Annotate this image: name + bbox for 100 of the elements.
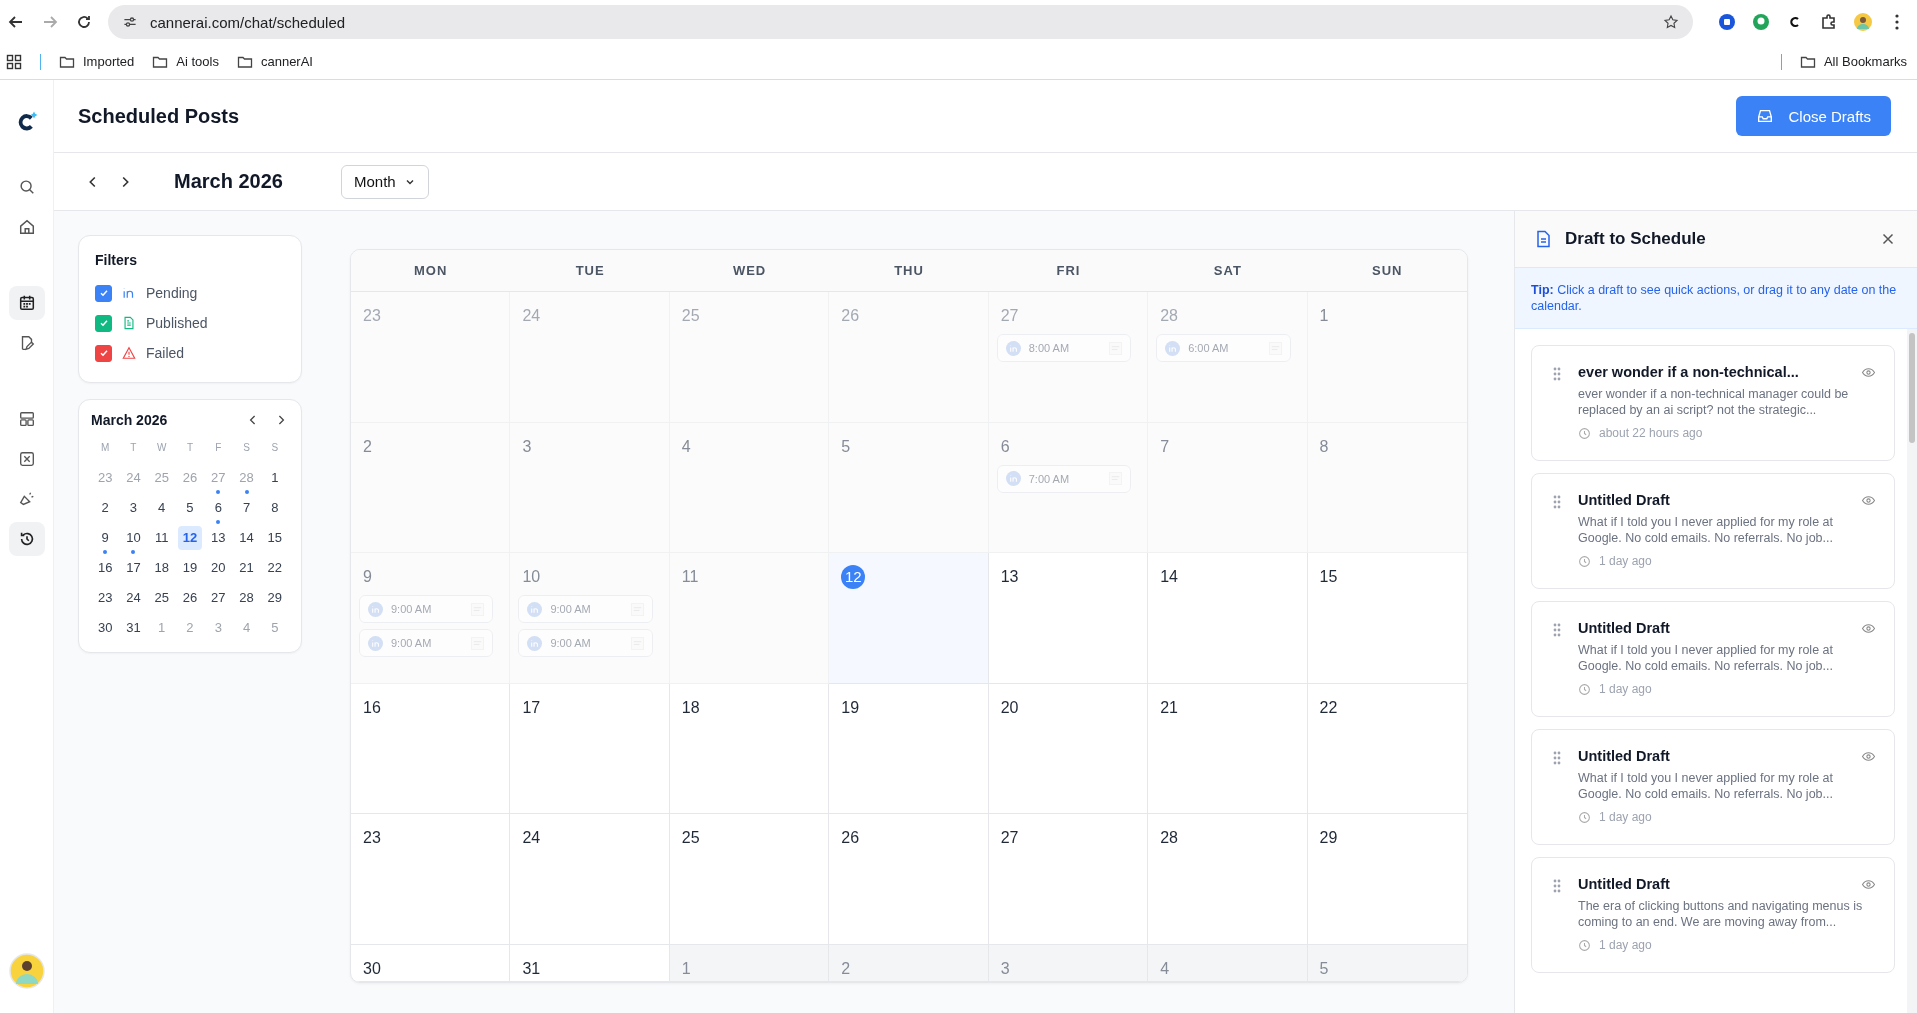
mini-calendar-day[interactable]: 20 bbox=[206, 556, 231, 580]
mini-calendar-day[interactable]: 14 bbox=[234, 526, 259, 550]
calendar-day-cell[interactable]: 22 bbox=[1307, 683, 1467, 815]
mini-calendar-day[interactable]: 19 bbox=[178, 556, 202, 580]
mini-calendar-day[interactable]: 10 bbox=[121, 526, 146, 550]
mini-calendar-day[interactable]: 13 bbox=[206, 526, 231, 550]
calendar-day-cell[interactable]: 23 bbox=[351, 814, 511, 945]
megaphone-icon bbox=[17, 490, 36, 508]
mini-calendar-day[interactable]: 8 bbox=[262, 496, 287, 520]
day-number: 3 bbox=[521, 436, 532, 457]
weekday-label: T bbox=[129, 442, 138, 455]
mini-calendar-day[interactable]: 28 bbox=[234, 586, 259, 610]
search-icon bbox=[17, 178, 36, 196]
mini-calendar-day[interactable]: 31 bbox=[121, 616, 146, 640]
mini-calendar-day[interactable]: 2 bbox=[93, 496, 118, 520]
drag-handle-icon[interactable] bbox=[1552, 366, 1562, 382]
view-dropdown[interactable]: Month bbox=[340, 164, 429, 199]
all-bookmarks-folder[interactable]: All Bookmarks bbox=[1799, 53, 1907, 70]
month-title: March 2026 bbox=[174, 170, 283, 193]
draft-card[interactable]: Untitled Draft What if I told you I never applied for my role at Google. No cold emails. No referrals. No job... 1 day ago bbox=[1531, 601, 1895, 717]
clock-icon bbox=[1578, 810, 1591, 824]
extension-icon[interactable] bbox=[1717, 12, 1737, 32]
tip-text: Tip: Click a draft to see quick actions, or drag it to any date on the calendar. bbox=[1531, 282, 1898, 314]
mini-calendar-day[interactable]: 21 bbox=[234, 556, 259, 580]
calendar-day-cell[interactable]: 18 bbox=[669, 683, 830, 815]
mini-calendar-day[interactable]: 22 bbox=[262, 556, 287, 580]
calendar-day-cell[interactable]: 16 bbox=[351, 683, 511, 815]
calendar-day-cell[interactable]: 13 bbox=[988, 553, 1149, 684]
draft-card[interactable]: Untitled Draft The era of clicking buttons and navigating menus is coming to an end. We are moving away from... 1 day ago bbox=[1531, 857, 1895, 973]
mini-calendar-day[interactable]: 26 bbox=[178, 586, 202, 610]
calendar-day-cell[interactable]: 20 bbox=[988, 683, 1149, 815]
mini-calendar-day[interactable]: 15 bbox=[262, 526, 287, 550]
drag-handle-icon[interactable] bbox=[1552, 494, 1562, 510]
calendar-day-cell[interactable]: 15 bbox=[1307, 553, 1467, 684]
history-nav-item[interactable] bbox=[8, 522, 45, 556]
bookmark-folder[interactable]: Ai tools bbox=[152, 53, 219, 70]
draft-card[interactable]: Untitled Draft What if I told you I never applied for my role at Google. No cold emails. No referrals. No job... 1 day ago bbox=[1531, 729, 1895, 845]
panel-title: Draft to Schedule bbox=[1565, 229, 1707, 249]
scrollbar-thumb[interactable] bbox=[1909, 333, 1915, 443]
calendar-day-cell[interactable]: 24 bbox=[510, 814, 670, 945]
warning-icon bbox=[122, 346, 136, 360]
bookmark-folder[interactable]: Imported bbox=[59, 53, 135, 70]
clock-icon bbox=[1578, 426, 1591, 440]
mini-calendar-day[interactable]: 27 bbox=[206, 586, 231, 610]
clock-icon bbox=[1578, 682, 1591, 696]
drag-handle-icon[interactable] bbox=[1552, 622, 1562, 638]
user-avatar-icon[interactable] bbox=[8, 953, 45, 989]
filter-checkbox[interactable] bbox=[95, 344, 112, 362]
linkedin-icon bbox=[527, 601, 543, 617]
post-time: 6:00 AM bbox=[1188, 342, 1230, 354]
filter-checkbox[interactable] bbox=[95, 284, 112, 302]
address-bar[interactable]: cannerai.com/chat/scheduled bbox=[108, 5, 1693, 39]
mini-calendar-day[interactable]: 29 bbox=[262, 586, 287, 610]
calendar-day-cell[interactable]: 21 bbox=[1148, 683, 1308, 815]
apps-grid-icon[interactable] bbox=[6, 53, 22, 70]
mini-calendar-day[interactable]: 5 bbox=[178, 496, 202, 520]
star-icon[interactable] bbox=[1663, 14, 1679, 30]
calendar-nav-item[interactable] bbox=[8, 286, 45, 320]
mini-calendar-day[interactable]: 18 bbox=[149, 556, 174, 580]
day-number: 2 bbox=[840, 959, 851, 979]
calendar-day-cell[interactable]: 12 bbox=[829, 553, 989, 684]
calendar-day-cell[interactable]: 19 bbox=[829, 683, 989, 815]
x-square-icon bbox=[17, 450, 36, 468]
day-number: 5 bbox=[840, 436, 851, 457]
draft-card[interactable]: Untitled Draft What if I told you I never applied for my role at Google. No cold emails. No referrals. No job... 1 day ago bbox=[1531, 473, 1895, 589]
mini-calendar-day[interactable]: 4 bbox=[149, 496, 174, 520]
mini-calendar-day[interactable]: 17 bbox=[121, 556, 146, 580]
mini-calendar-day[interactable]: 25 bbox=[149, 586, 174, 610]
mini-calendar-day[interactable]: 30 bbox=[93, 616, 118, 640]
site-settings-icon[interactable] bbox=[122, 14, 138, 30]
mini-calendar-day[interactable]: 12 bbox=[178, 526, 202, 550]
mini-calendar-day[interactable]: 9 bbox=[93, 526, 118, 550]
day-number: 4 bbox=[680, 436, 691, 457]
weekday-label: W bbox=[155, 442, 168, 455]
post-time: 7:00 AM bbox=[1028, 472, 1071, 485]
day-number: 16 bbox=[362, 697, 381, 718]
day-number: 12 bbox=[841, 565, 866, 590]
draft-time: 1 day ago bbox=[1599, 554, 1652, 568]
calendar-day-cell[interactable]: 14 bbox=[1148, 553, 1308, 684]
mini-calendar-day[interactable]: 11 bbox=[149, 526, 174, 550]
day-number: 28 bbox=[1159, 306, 1178, 326]
mini-calendar-day[interactable]: 6 bbox=[206, 496, 231, 520]
draft-card[interactable]: ever wonder if a non-technical... ever wonder if a non-technical manager could be replaced by an ai script? not the strategic... about 22 hours ago bbox=[1531, 345, 1895, 461]
filter-checkbox[interactable] bbox=[95, 314, 112, 332]
close-drafts-button[interactable]: Close Drafts bbox=[1736, 96, 1891, 136]
mini-calendar-day[interactable]: 23 bbox=[93, 586, 118, 610]
drag-handle-icon[interactable] bbox=[1552, 878, 1562, 894]
scrollbar[interactable] bbox=[1907, 329, 1917, 1013]
bookmark-folder[interactable]: cannerAI bbox=[236, 53, 313, 70]
drag-handle-icon[interactable] bbox=[1552, 750, 1562, 766]
calendar-day-cell[interactable]: 31 bbox=[510, 945, 670, 982]
calendar-day-cell[interactable]: 30 bbox=[351, 945, 511, 982]
mini-calendar-day[interactable]: 16 bbox=[93, 556, 118, 580]
calendar-day-cell[interactable]: 17 bbox=[510, 683, 670, 815]
profile-avatar-icon[interactable] bbox=[1853, 12, 1873, 32]
mini-calendar-day[interactable]: 24 bbox=[121, 586, 146, 610]
mini-calendar-day[interactable]: 1 bbox=[262, 466, 287, 490]
mini-calendar-day[interactable]: 3 bbox=[121, 496, 146, 520]
weekday-header: TUE bbox=[574, 262, 606, 280]
mini-calendar-day[interactable]: 7 bbox=[234, 496, 259, 520]
